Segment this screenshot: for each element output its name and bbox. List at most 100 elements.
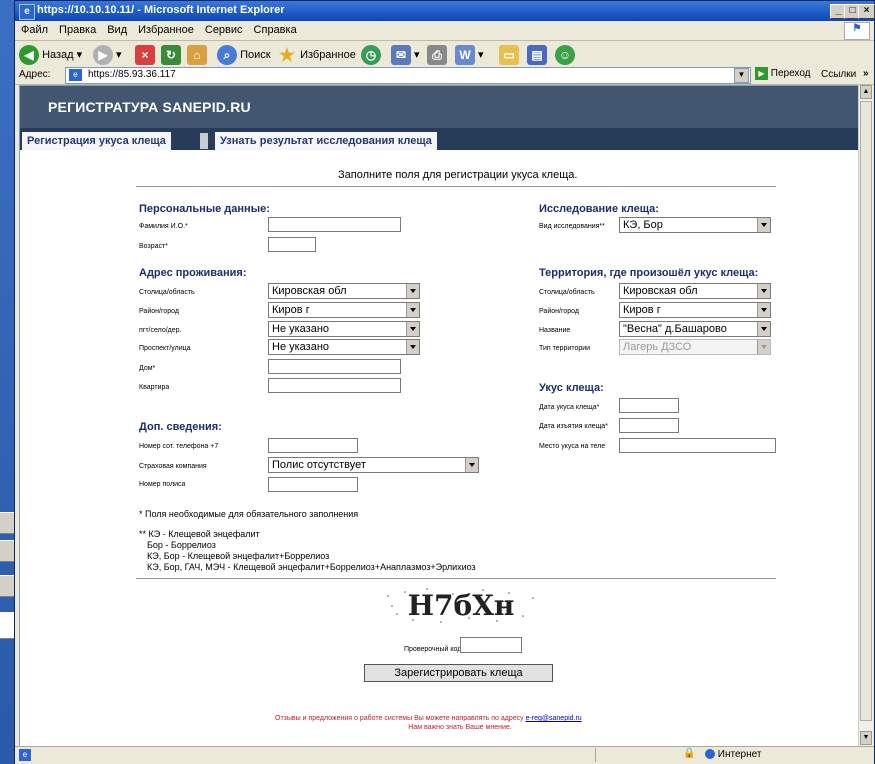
address-value: https://85.93.36.117 <box>88 69 176 80</box>
tab-check-result[interactable]: Узнать результат исследования клеща <box>215 132 437 150</box>
check-code-label: Проверочный код <box>404 646 462 653</box>
chevron-down-icon <box>757 284 770 298</box>
menu-tools[interactable]: Сервис <box>199 21 248 36</box>
mail-button[interactable]: ✉ ▾ <box>391 44 420 66</box>
edit-button[interactable]: W ▾ <box>455 44 484 66</box>
address-dropdown-icon[interactable]: ▼ <box>734 68 749 83</box>
menu-view[interactable]: Вид <box>101 21 132 36</box>
policy-input[interactable] <box>268 477 358 492</box>
globe-icon <box>705 749 715 760</box>
research-type-select[interactable]: КЭ, Бор <box>619 217 771 233</box>
form-intro: Заполните поля для регистрации укуса кле… <box>338 169 578 181</box>
messenger-button[interactable]: ☺ <box>555 44 575 66</box>
territory-region-select[interactable]: Кировская обл <box>619 283 771 299</box>
bite-date-input[interactable] <box>619 398 679 413</box>
ie-icon: e <box>19 4 35 20</box>
research-button[interactable]: ▤ <box>527 44 547 66</box>
bite-place-input[interactable] <box>619 438 776 453</box>
chevron-down-icon <box>406 284 419 298</box>
stop-icon: × <box>135 45 155 66</box>
research-icon: ▤ <box>527 45 547 66</box>
street-select[interactable]: Не указано <box>268 339 420 355</box>
favorites-label: Избранное <box>300 49 356 61</box>
territory-type-value: Лагерь ДЗСО <box>623 341 692 353</box>
close-button[interactable]: × <box>858 4 875 19</box>
search-icon: ⌕ <box>217 45 237 66</box>
tab-separator <box>200 133 208 149</box>
refresh-button[interactable]: ↻ <box>161 44 181 66</box>
phone-label: Номер сот. телефона +7 <box>139 443 219 450</box>
refresh-icon: ↻ <box>161 45 181 66</box>
search-button[interactable]: ⌕ Поиск <box>217 44 271 66</box>
go-label: Переход <box>770 68 811 80</box>
house-label: Дом* <box>139 365 156 372</box>
required-note: * Поля необходимые для обязательного зап… <box>139 509 359 519</box>
address-input[interactable]: e https://85.93.36.117 ▼ <box>65 67 751 84</box>
settlement-select[interactable]: Не указано <box>268 321 420 337</box>
territory-district-value: Киров г <box>623 304 661 316</box>
word-icon: W <box>455 45 475 66</box>
stop-button[interactable]: × <box>135 44 155 66</box>
street-label: Проспект/улица <box>139 345 191 352</box>
feedback-note-2: Нам важно знать Ваше мнение. <box>408 724 512 731</box>
page-icon: e <box>69 69 82 81</box>
tab-register-bite[interactable]: Регистрация укуса клеща <box>22 132 171 150</box>
scroll-thumb[interactable] <box>860 101 872 721</box>
remove-date-input[interactable] <box>619 418 679 433</box>
home-button[interactable]: ⌂ <box>187 44 207 66</box>
menu-favorites[interactable]: Избранное <box>132 21 199 36</box>
region-select[interactable]: Кировская обл <box>268 283 420 299</box>
back-arrow-icon: ◀ <box>19 45 39 66</box>
region-label: Столица/область <box>139 289 195 296</box>
tab-strip: Регистрация укуса клеща Узнать результат… <box>20 128 858 150</box>
territory-name-select[interactable]: "Весна" д.Башарово <box>619 321 771 337</box>
chevron-down-icon <box>406 340 419 354</box>
menu-edit[interactable]: Правка <box>53 21 101 36</box>
submit-button[interactable]: Зарегистрировать клеща <box>364 664 553 682</box>
legend-line: КЭ, Бор - Клещевой энцефалит+Боррелиоз <box>147 551 330 561</box>
district-select[interactable]: Киров г <box>268 302 420 318</box>
vertical-scrollbar[interactable]: ▲ ▼ <box>858 85 873 746</box>
favorites-button[interactable]: ★ Избранное <box>277 44 356 66</box>
links-more-icon[interactable]: » <box>863 68 869 79</box>
scroll-down-icon[interactable]: ▼ <box>860 731 872 745</box>
settlement-label: пгт/село/дер. <box>139 327 182 334</box>
fio-input[interactable] <box>268 217 401 232</box>
desktop-window-fragment <box>0 612 14 639</box>
chevron-down-icon <box>757 303 770 317</box>
star-icon: ★ <box>278 45 296 66</box>
house-input[interactable] <box>268 359 401 374</box>
desktop-window-fragment <box>0 540 14 562</box>
desktop-window-fragment <box>0 512 14 534</box>
insurance-select[interactable]: Полис отсутствует <box>268 457 479 473</box>
back-button[interactable]: ◀ Назад ▾ <box>19 44 82 66</box>
territory-district-select[interactable]: Киров г <box>619 302 771 318</box>
phone-input[interactable] <box>268 438 358 453</box>
menu-help[interactable]: Справка <box>248 21 302 36</box>
flat-input[interactable] <box>268 378 401 393</box>
links-button[interactable]: Ссылки <box>821 69 856 80</box>
insurance-value: Полис отсутствует <box>272 459 366 471</box>
forward-button[interactable]: ▶ ▾ <box>93 44 122 66</box>
age-input[interactable] <box>268 237 316 252</box>
zone-label: Интернет <box>717 749 762 760</box>
folder-button[interactable]: ▭ <box>499 44 519 66</box>
research-section-title: Исследование клеща: <box>539 203 659 215</box>
history-button[interactable]: ◷ <box>361 44 381 66</box>
menu-file[interactable]: Файл <box>15 21 53 36</box>
fio-label: Фамилия И.О.* <box>139 223 188 230</box>
district-label: Район/город <box>139 308 179 315</box>
title-bar[interactable]: e https://10.10.10.11/ - Microsoft Inter… <box>15 1 875 21</box>
check-code-input[interactable] <box>460 637 522 653</box>
go-button[interactable]: ▶ Переход <box>755 67 811 80</box>
remove-date-label: Дата изъятия клеща* <box>539 423 608 430</box>
menu-bar: Файл Правка Вид Избранное Сервис Справка ⚑ <box>15 21 874 41</box>
scroll-up-icon[interactable]: ▲ <box>860 85 872 99</box>
feedback-email-link[interactable]: e-reg@sanepid.ru <box>526 715 582 722</box>
feedback-note: Отзывы и предложения о работе системы Вы… <box>275 715 695 722</box>
history-icon: ◷ <box>361 45 381 66</box>
settlement-value: Не указано <box>272 323 330 335</box>
chevron-down-icon <box>465 458 478 472</box>
print-button[interactable]: ⎙ <box>427 44 447 66</box>
chevron-down-icon <box>406 303 419 317</box>
